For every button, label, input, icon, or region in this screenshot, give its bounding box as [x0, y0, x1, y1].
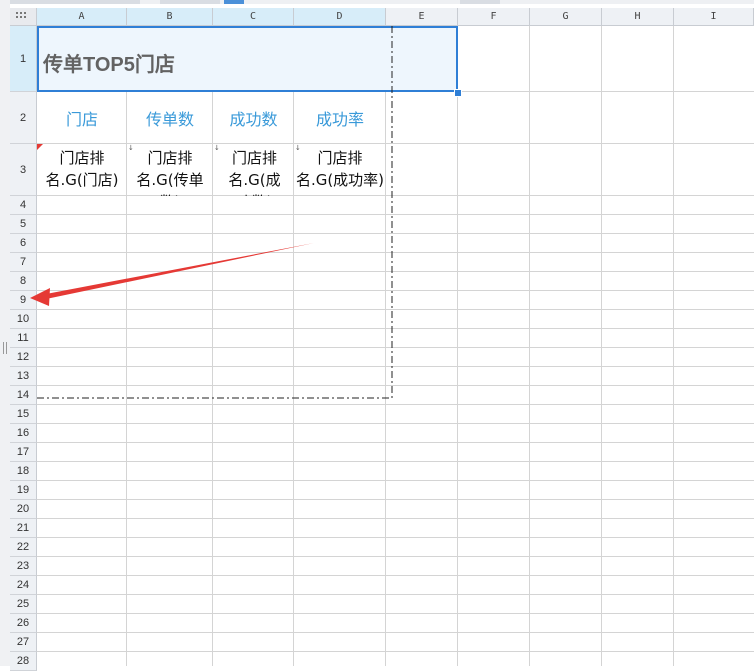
toolbar-segment	[160, 0, 220, 4]
row-header-7[interactable]: 7	[10, 253, 37, 272]
expand-down-icon: ↓	[295, 144, 301, 152]
grid-vline	[529, 26, 530, 666]
column-header-d[interactable]: D	[294, 8, 386, 26]
fill-handle[interactable]	[454, 89, 462, 97]
grid-hline	[37, 518, 754, 519]
column-header-f[interactable]: F	[458, 8, 530, 26]
grid-hline	[37, 556, 754, 557]
row-header-25[interactable]: 25	[10, 595, 37, 614]
grid-hline	[37, 461, 754, 462]
grid-hline	[37, 366, 754, 367]
row-header-12[interactable]: 12	[10, 348, 37, 367]
row-header-28[interactable]: 28	[10, 652, 37, 671]
row-header-11[interactable]: 11	[10, 329, 37, 348]
grid-hline	[37, 537, 754, 538]
grid-hline	[37, 442, 754, 443]
toolbar-strip	[0, 0, 754, 4]
row-header-15[interactable]: 15	[10, 405, 37, 424]
row-header-1[interactable]: 1	[10, 26, 37, 92]
panel-splitter-handle[interactable]	[3, 342, 7, 354]
data-cell-rate[interactable]: 门店排名.G(成功率)	[294, 144, 386, 196]
data-cell-flyers[interactable]: 门店排名.G(传单数)	[127, 144, 213, 196]
grid-hline	[37, 271, 754, 272]
row-header-16[interactable]: 16	[10, 424, 37, 443]
row-header-2[interactable]: 2	[10, 92, 37, 144]
row-header-26[interactable]: 26	[10, 614, 37, 633]
row-header-21[interactable]: 21	[10, 519, 37, 538]
column-header-b[interactable]: B	[127, 8, 213, 26]
row-header-17[interactable]: 17	[10, 443, 37, 462]
row-header-22[interactable]: 22	[10, 538, 37, 557]
header-cell-success[interactable]: 成功数	[213, 92, 294, 144]
row-header-20[interactable]: 20	[10, 500, 37, 519]
row-header-19[interactable]: 19	[10, 481, 37, 500]
title-cell-selected[interactable]: 传单TOP5门店	[37, 26, 458, 92]
grid-hline	[37, 214, 754, 215]
grid-hline	[37, 613, 754, 614]
header-cell-flyers[interactable]: 传单数	[127, 92, 213, 144]
header-cell-rate[interactable]: 成功率	[294, 92, 386, 144]
toolbar-segment	[10, 0, 140, 4]
grid-hline	[37, 290, 754, 291]
grid-vline	[673, 26, 674, 666]
header-cell-store[interactable]: 门店	[37, 92, 127, 144]
expand-down-icon: ↓	[214, 144, 220, 152]
row-header-14[interactable]: 14	[10, 386, 37, 405]
report-title: 传单TOP5门店	[43, 54, 175, 76]
row-header-23[interactable]: 23	[10, 557, 37, 576]
grid-hline	[37, 632, 754, 633]
column-header-h[interactable]: H	[602, 8, 674, 26]
left-panel-strip	[0, 0, 10, 666]
grid-hline	[37, 651, 754, 652]
select-all-icon	[16, 12, 30, 22]
column-header-g[interactable]: G	[530, 8, 602, 26]
column-header-a[interactable]: A	[37, 8, 127, 26]
column-header-i[interactable]: I	[674, 8, 754, 26]
grid-vline	[457, 26, 458, 666]
row-header-9[interactable]: 9	[10, 291, 37, 310]
data-cell-store[interactable]: 门店排名.G(门店)	[37, 144, 127, 196]
grid-hline	[37, 594, 754, 595]
grid-hline	[37, 328, 754, 329]
grid-hline	[37, 423, 754, 424]
row-header-3[interactable]: 3	[10, 144, 37, 196]
grid-hline	[37, 309, 754, 310]
grid-hline	[37, 575, 754, 576]
row-header-13[interactable]: 13	[10, 367, 37, 386]
grid-vline	[601, 26, 602, 666]
toolbar-segment	[460, 0, 500, 4]
row-header-18[interactable]: 18	[10, 462, 37, 481]
row-header-6[interactable]: 6	[10, 234, 37, 253]
row-header-24[interactable]: 24	[10, 576, 37, 595]
grid-hline	[37, 347, 754, 348]
column-header-e[interactable]: E	[386, 8, 458, 26]
grid-hline	[37, 252, 754, 253]
row-header-5[interactable]: 5	[10, 215, 37, 234]
toolbar-segment-active	[224, 0, 244, 4]
row-header-4[interactable]: 4	[10, 196, 37, 215]
grid-hline	[37, 480, 754, 481]
data-cell-success[interactable]: 门店排名.G(成功数)	[213, 144, 294, 196]
row-header-8[interactable]: 8	[10, 272, 37, 291]
grid-hline	[37, 385, 754, 386]
row-header-27[interactable]: 27	[10, 633, 37, 652]
expand-down-icon: ↓	[128, 144, 134, 152]
column-header-c[interactable]: C	[213, 8, 294, 26]
grid-hline	[37, 404, 754, 405]
select-all-corner[interactable]	[10, 8, 37, 26]
grid-hline	[37, 233, 754, 234]
row-header-10[interactable]: 10	[10, 310, 37, 329]
grid-hline	[37, 499, 754, 500]
